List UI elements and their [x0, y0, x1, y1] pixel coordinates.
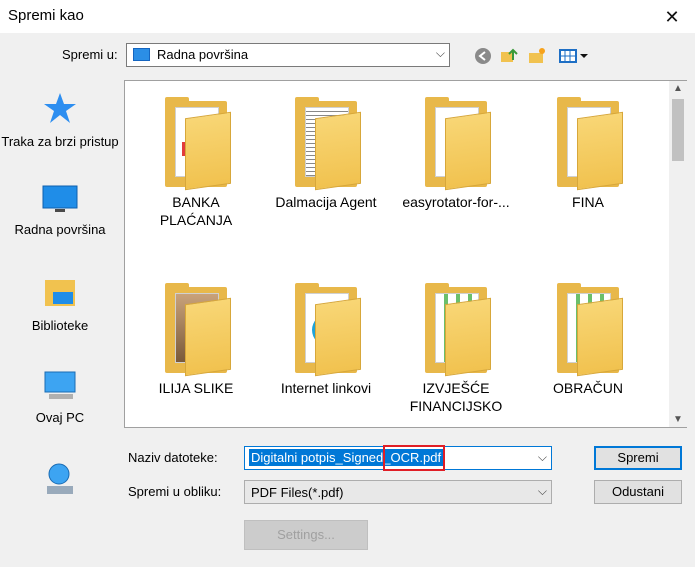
scroll-down-icon[interactable]: ▼	[673, 414, 683, 425]
filename-label: Naziv datoteke:	[128, 450, 218, 465]
folder-label: OBRAČUN	[552, 380, 623, 396]
star-icon	[44, 93, 76, 123]
folder-icon	[289, 283, 363, 377]
folder-icon	[419, 283, 493, 377]
folder-icon	[159, 283, 233, 377]
save-in-label: Spremi u:	[62, 47, 118, 62]
view-grid-icon	[559, 49, 588, 63]
folder-label: FINA	[572, 194, 604, 210]
up-folder-icon	[501, 48, 518, 62]
folder-item[interactable]: Dalmacija Agent	[265, 97, 387, 211]
folder-icon	[289, 97, 363, 191]
folder-label: Internet linkovi	[280, 380, 372, 396]
place-label: Radna površina	[14, 222, 106, 237]
place-this-pc[interactable]: Ovaj PC	[0, 370, 120, 425]
folder-item[interactable]: ILIJA SLIKE	[135, 283, 257, 397]
places-bar: Traka za brzi pristup Radna površina Bib…	[0, 80, 120, 500]
up-folder-button[interactable]	[496, 44, 522, 68]
folder-item[interactable]: FINA	[527, 97, 649, 211]
scroll-up-icon[interactable]: ▲	[673, 83, 683, 94]
filetype-value: PDF Files(*.pdf)	[251, 485, 344, 500]
chevron-down-icon: ⌵	[537, 484, 547, 498]
folder-icon	[419, 97, 493, 191]
new-folder-icon	[529, 48, 545, 63]
close-button[interactable]: ✕	[649, 0, 695, 34]
folder-item[interactable]: PDF BANKA PLAĆANJA	[135, 97, 257, 229]
view-menu-button[interactable]	[556, 44, 590, 68]
file-list: PDF BANKA PLAĆANJA Dalmacija Agent easyr…	[124, 80, 670, 428]
place-network[interactable]	[0, 462, 120, 506]
folder-label: easyrotator-for-...	[402, 194, 510, 210]
cancel-button[interactable]: Odustani	[594, 480, 682, 504]
save-button[interactable]: Spremi	[594, 446, 682, 470]
chevron-down-icon: ⌵	[435, 46, 445, 60]
chevron-down-icon[interactable]: ⌵	[538, 450, 547, 465]
save-in-value: Radna površina	[157, 47, 249, 62]
filetype-dropdown[interactable]: PDF Files(*.pdf) ⌵	[244, 480, 552, 504]
back-arrow-icon	[475, 48, 491, 64]
folder-icon	[551, 97, 625, 191]
folder-icon	[551, 283, 625, 377]
computer-icon	[44, 371, 76, 399]
place-libraries[interactable]: Biblioteke	[0, 276, 120, 333]
libraries-icon	[45, 280, 75, 306]
folder-item[interactable]: OBRAČUN	[527, 283, 649, 397]
desktop-icon	[42, 185, 78, 212]
save-in-dropdown[interactable]: Radna površina ⌵	[126, 43, 450, 67]
folder-label: BANKA PLAĆANJA	[159, 194, 233, 228]
scroll-thumb[interactable]	[672, 99, 684, 161]
back-button[interactable]	[470, 44, 496, 68]
place-desktop[interactable]: Radna površina	[0, 184, 120, 237]
settings-button[interactable]: Settings...	[244, 520, 368, 550]
new-folder-button[interactable]	[524, 44, 550, 68]
folder-label: IZVJEŠĆE FINANCIJSKO	[409, 380, 503, 414]
place-label: Biblioteke	[31, 318, 89, 333]
network-icon	[47, 463, 73, 494]
filetype-label: Spremi u obliku:	[128, 484, 222, 499]
place-label: Traka za brzi pristup	[1, 134, 119, 149]
desktop-folder-icon	[133, 48, 150, 61]
folder-item[interactable]: Internet linkovi	[265, 283, 387, 397]
folder-icon: PDF	[159, 97, 233, 191]
title-bar: Spremi kao ✕	[0, 0, 695, 34]
file-list-scrollbar[interactable]: ▲ ▼	[669, 80, 687, 428]
folder-item[interactable]: IZVJEŠĆE FINANCIJSKO	[395, 283, 517, 415]
folder-label: Dalmacija Agent	[275, 194, 377, 210]
filename-input[interactable]: Digitalni potpis_Signed_OCR.pdf ⌵	[244, 445, 552, 471]
place-quick-access[interactable]: Traka za brzi pristup	[0, 90, 120, 149]
folder-item[interactable]: easyrotator-for-...	[395, 97, 517, 211]
highlight-box	[383, 445, 445, 471]
place-label: Ovaj PC	[35, 410, 85, 425]
folder-label: ILIJA SLIKE	[158, 380, 234, 396]
window-title: Spremi kao	[8, 7, 84, 24]
